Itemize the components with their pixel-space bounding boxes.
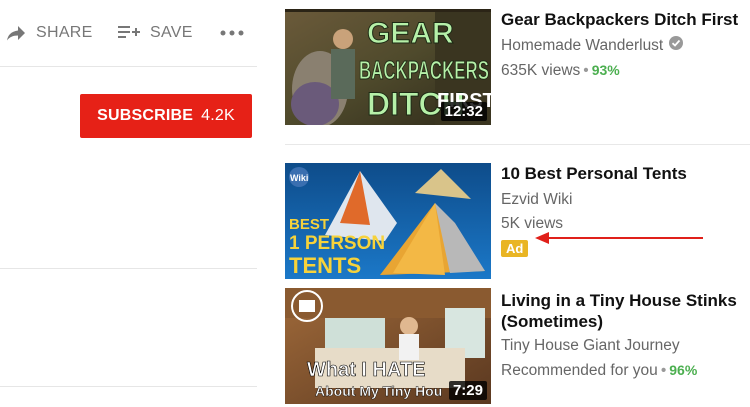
thumb-text: BEST (289, 216, 329, 233)
related-video-item[interactable]: Wiki BEST 1 PERSON TENTS 10 Best Persona… (285, 163, 750, 279)
video-actions-bar: SHARE SAVE (0, 18, 257, 48)
subscriber-count: 4.2K (201, 107, 235, 124)
subscribe-label: SUBSCRIBE (97, 107, 194, 124)
save-button[interactable]: SAVE (118, 18, 193, 48)
channel-name-row: Tiny House Giant Journey (501, 336, 750, 356)
channel-name-row: Homemade Wanderlust (501, 36, 750, 56)
video-duration: 12:32 (440, 102, 487, 121)
divider (0, 386, 257, 387)
thumb-text: 1 PERSON (289, 233, 385, 254)
related-video-item[interactable]: What I HATE About My Tiny Hou 7:29 Livin… (285, 288, 750, 404)
divider (285, 144, 750, 145)
thumb-text: About My Tiny Hou (315, 383, 442, 399)
more-actions-button[interactable] (220, 18, 244, 48)
video-title[interactable]: Gear Backpackers Ditch First (501, 9, 750, 30)
separator-dot: • (660, 362, 667, 379)
subscribe-button[interactable]: SUBSCRIBE 4.2K (80, 94, 252, 138)
thumb-text: What I HATE (307, 359, 426, 381)
thumb-text: TENTS (289, 253, 361, 278)
share-icon (6, 25, 26, 41)
left-panel: SHARE SAVE SUBSCRIBE 4.2K (0, 0, 257, 407)
ad-badge: Ad (501, 240, 529, 257)
thumb-text: Wiki (290, 173, 308, 183)
annotation-arrow (535, 232, 703, 244)
more-horizontal-icon (220, 29, 244, 37)
video-stats: Recommended for you • 96% (501, 360, 750, 381)
save-label: SAVE (150, 24, 193, 41)
separator-dot: • (583, 62, 589, 79)
divider (0, 66, 257, 67)
video-stats: 635K views • 93% (501, 60, 750, 81)
channel-name-row: Ezvid Wiki (501, 190, 750, 210)
video-duration: 7:29 (448, 381, 487, 400)
divider (0, 268, 257, 269)
share-label: SHARE (36, 24, 93, 41)
related-videos-list: GEAR BACKPACKERS DITCH FIRST 12:32 Gear … (285, 0, 750, 407)
video-meta: Living in a Tiny House Stinks (Sometimes… (501, 288, 750, 381)
thumb-text: GEAR (367, 17, 454, 50)
video-thumbnail[interactable]: What I HATE About My Tiny Hou 7:29 (285, 288, 491, 404)
video-title[interactable]: 10 Best Personal Tents (501, 163, 750, 184)
rating-percent: 96% (669, 362, 698, 378)
playlist-add-icon (118, 25, 140, 41)
channel-name[interactable]: Tiny House Giant Journey (501, 336, 680, 356)
video-meta: Gear Backpackers Ditch First Homemade Wa… (501, 9, 750, 81)
share-button[interactable]: SHARE (6, 18, 93, 48)
view-count: 635K views (501, 62, 581, 79)
thumbnail-image: Wiki BEST 1 PERSON TENTS (285, 163, 491, 279)
recommendation-label: Recommended for you (501, 362, 658, 379)
related-video-item[interactable]: GEAR BACKPACKERS DITCH FIRST 12:32 Gear … (285, 9, 750, 125)
video-thumbnail[interactable]: GEAR BACKPACKERS DITCH FIRST 12:32 (285, 9, 491, 125)
thumb-text: BACKPACKERS (359, 55, 489, 85)
channel-name[interactable]: Homemade Wanderlust (501, 36, 663, 56)
verified-icon (669, 36, 684, 56)
channel-name[interactable]: Ezvid Wiki (501, 190, 572, 210)
video-title[interactable]: Living in a Tiny House Stinks (Sometimes… (501, 290, 750, 332)
video-thumbnail[interactable]: Wiki BEST 1 PERSON TENTS (285, 163, 491, 279)
rating-percent: 93% (591, 62, 620, 78)
